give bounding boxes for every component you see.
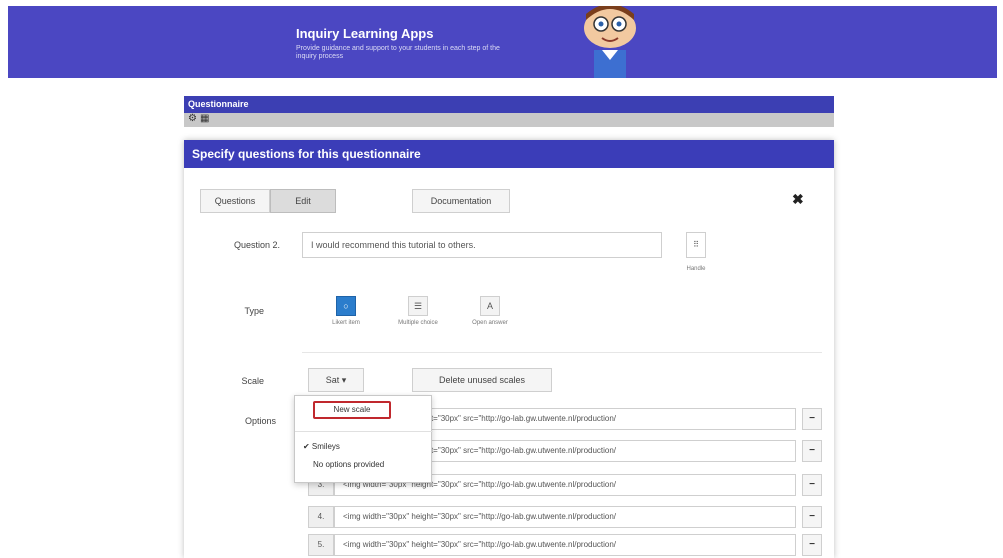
questionnaire-header: Questionnaire: [184, 96, 834, 113]
remove-option-button[interactable]: −: [802, 534, 822, 556]
scale-dropdown-button[interactable]: Sat ▾: [308, 368, 364, 392]
type-multiple-choice-label: Multiple choice: [398, 320, 438, 326]
remove-option-button[interactable]: −: [802, 474, 822, 496]
no-options-menu-item[interactable]: No options provided: [295, 460, 433, 469]
question-text-input[interactable]: I would recommend this tutorial to other…: [302, 232, 662, 258]
scale-label: Scale: [241, 376, 264, 386]
tab-edit[interactable]: Edit: [270, 189, 336, 213]
banner-subtitle: Provide guidance and support to your stu…: [296, 45, 500, 60]
chevron-down-icon: ▾: [341, 375, 347, 385]
questionnaire-toolbar: ⚙ ▦: [184, 113, 834, 127]
menu-divider: [295, 431, 433, 432]
new-scale-menu-item[interactable]: New scale: [313, 401, 391, 419]
remove-option-button[interactable]: −: [802, 506, 822, 528]
banner-title: Inquiry Learning Apps: [296, 26, 434, 41]
remove-option-button[interactable]: −: [802, 440, 822, 462]
type-label: Type: [244, 306, 264, 316]
option-input[interactable]: <img width="30px" height="30px" src="htt…: [334, 506, 796, 528]
mascot-image: [584, 6, 636, 78]
scale-dropdown-menu: New scale ✔ Smileys No options provided: [294, 395, 433, 483]
option-input[interactable]: <img width="30px" height="30px" src="htt…: [334, 534, 796, 556]
remove-option-button[interactable]: −: [802, 408, 822, 430]
modal-title: Specify questions for this questionnaire: [184, 140, 834, 168]
app-banner: Inquiry Learning Apps Provide guidance a…: [8, 6, 997, 78]
drag-handle-icon[interactable]: ⠿: [686, 232, 706, 258]
documentation-button[interactable]: Documentation: [412, 189, 510, 213]
delete-unused-scales-button[interactable]: Delete unused scales: [412, 368, 552, 392]
type-open-answer-label: Open answer: [472, 320, 508, 326]
handle-label: Handle: [686, 266, 706, 272]
option-number: 4.: [308, 506, 334, 528]
type-open-answer-button[interactable]: A: [480, 296, 500, 316]
options-label: Options: [244, 416, 276, 426]
tab-questions[interactable]: Questions: [200, 189, 270, 213]
smileys-menu-item[interactable]: ✔ Smileys: [295, 442, 433, 451]
scale-dropdown-value: Sat: [325, 375, 340, 385]
type-multiple-choice-button[interactable]: ☰: [408, 296, 428, 316]
questions-modal: Specify questions for this questionnaire…: [184, 140, 834, 558]
settings-icon[interactable]: ⚙: [188, 113, 197, 124]
option-number: 5.: [308, 534, 334, 556]
type-likert-button[interactable]: ○: [336, 296, 356, 316]
close-icon[interactable]: ✖: [792, 191, 804, 208]
question-number-label: Question 2.: [233, 240, 280, 250]
type-likert-label: Likert item: [332, 320, 360, 326]
grid-icon[interactable]: ▦: [200, 113, 209, 124]
divider: [302, 352, 822, 353]
